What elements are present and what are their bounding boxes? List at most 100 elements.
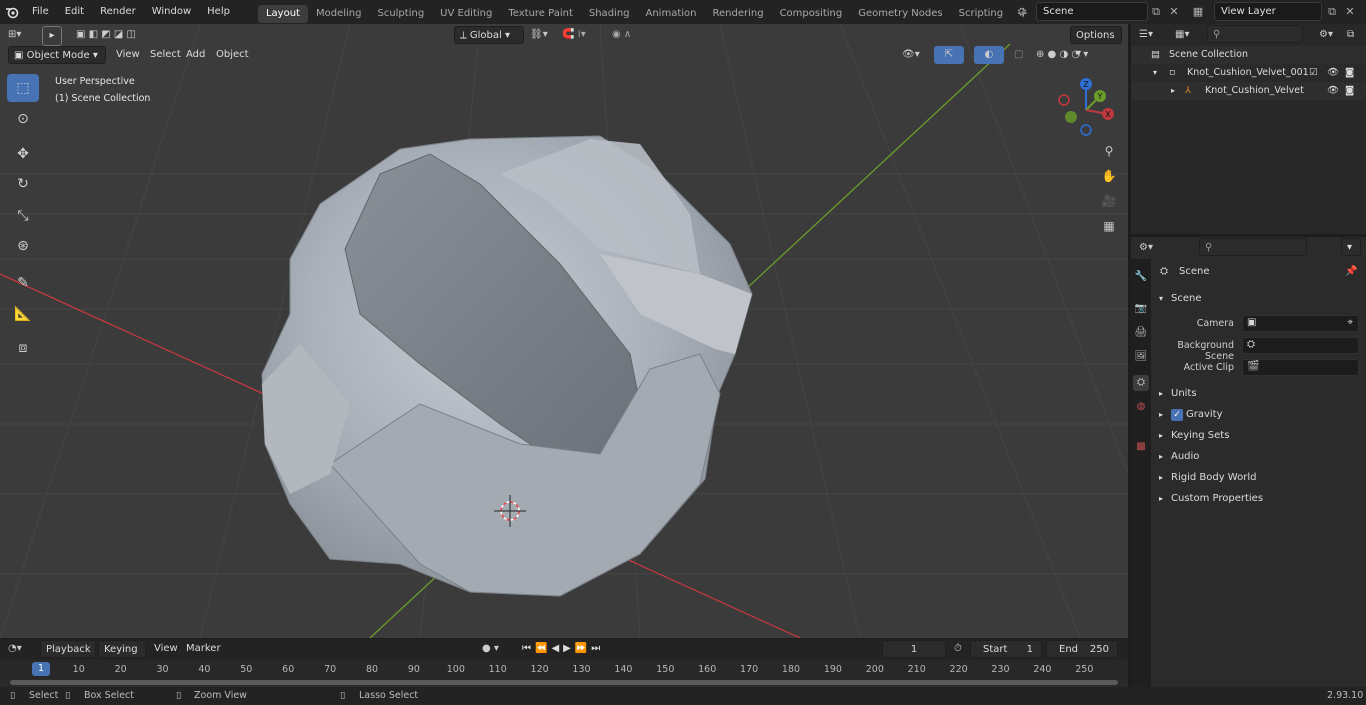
snap-icon[interactable]: 🧲 ⁞▾ xyxy=(562,26,606,44)
pin-icon[interactable]: 📌 xyxy=(1345,262,1357,282)
collapse-arrow-icon[interactable]: ▸ xyxy=(1171,82,1175,100)
delete-view-layer-icon[interactable]: ✕ xyxy=(1342,3,1358,20)
navigation-gizmo[interactable]: Z Y X xyxy=(1050,74,1120,144)
measure-tool-icon[interactable]: 📐 xyxy=(7,300,39,328)
3d-viewport[interactable]: ⊞▾ ▸ ▣ ◧ ◩ ◪ ◫ ⟂ Global ▾ ⛓▾ 🧲 ⁞▾ ◉ ∧ Op… xyxy=(0,24,1128,638)
properties-editor-type-icon[interactable]: ⚙▾ xyxy=(1139,239,1153,257)
render-tab-icon[interactable]: 📷 xyxy=(1133,301,1149,317)
delete-scene-icon[interactable]: ✕ xyxy=(1166,3,1182,20)
eye-icon[interactable]: 👁 xyxy=(1327,82,1339,100)
scene-field[interactable]: Scene xyxy=(1036,2,1148,21)
output-tab-icon[interactable]: 🖨 xyxy=(1133,325,1149,341)
panel-units[interactable]: ▸ Units xyxy=(1153,384,1366,404)
camera-render-icon[interactable]: ◙ xyxy=(1345,82,1354,100)
texture-tab-icon[interactable]: ▩ xyxy=(1133,439,1149,455)
visibility-icon[interactable]: 👁▾ xyxy=(902,46,928,64)
menu-edit[interactable]: Edit xyxy=(57,0,92,24)
pivot-point-icon[interactable]: ⛓▾ xyxy=(530,26,560,44)
menu-window[interactable]: Window xyxy=(144,0,199,24)
camera-field[interactable]: ▣ ⌖ xyxy=(1242,315,1359,332)
view-layer-selector-icon[interactable]: ▦ xyxy=(1190,3,1206,20)
move-tool-icon[interactable]: ✥ xyxy=(7,140,39,168)
outliner-editor-type-icon[interactable]: ☰▾ xyxy=(1139,26,1153,44)
tab-compositing[interactable]: Compositing xyxy=(772,5,851,23)
outliner-row-collection[interactable]: ▾ ▫ Knot_Cushion_Velvet_001 ☑ 👁 ◙ xyxy=(1131,64,1366,82)
tab-rendering[interactable]: Rendering xyxy=(704,5,771,23)
tab-shading[interactable]: Shading xyxy=(581,5,638,23)
view-layer-tab-icon[interactable]: 🖼 xyxy=(1133,349,1149,365)
timeline-ruler[interactable]: 1 10 20 30 40 50 60 70 80 90 100 110 120 130 140 150 160… xyxy=(0,660,1128,679)
panel-custom-properties[interactable]: ▸ Custom Properties xyxy=(1153,489,1366,509)
tab-modeling[interactable]: Modeling xyxy=(308,5,370,23)
camera-view-icon[interactable]: 🎥 xyxy=(1098,190,1120,212)
world-tab-icon[interactable]: ◍ xyxy=(1133,399,1149,415)
tool-tab-icon[interactable]: 🔧 xyxy=(1133,269,1149,285)
blender-logo-icon[interactable] xyxy=(0,0,24,24)
expand-arrow-icon[interactable]: ▾ xyxy=(1153,64,1157,82)
keying-menu[interactable]: Keying ▾ xyxy=(98,640,146,673)
rotate-tool-icon[interactable]: ↻ xyxy=(7,170,39,198)
timeline-scrollbar[interactable] xyxy=(10,680,1118,685)
gizmo-toggle-icon[interactable]: ⇱ xyxy=(934,46,964,64)
cursor-tool-icon[interactable]: ⊙ xyxy=(7,105,39,133)
outliner-search-input[interactable]: ⚲ xyxy=(1207,25,1303,43)
new-view-layer-icon[interactable]: ⧉ xyxy=(1324,3,1340,20)
proportional-edit-icon[interactable]: ◉ ∧ xyxy=(612,26,656,44)
panel-gravity[interactable]: ▸ ✓ Gravity xyxy=(1153,405,1366,425)
add-cube-tool-icon[interactable]: ⧈ xyxy=(7,334,39,362)
eye-icon[interactable]: 👁 xyxy=(1327,64,1339,82)
select-box-tool-icon[interactable]: ⬚ xyxy=(7,74,39,102)
object-mode-dropdown[interactable]: ▣ Object Mode ▾ xyxy=(8,46,106,64)
tab-sculpting[interactable]: Sculpting xyxy=(369,5,432,23)
panel-keying-sets[interactable]: ▸ Keying Sets xyxy=(1153,426,1366,446)
active-clip-field[interactable]: 🎬 xyxy=(1242,359,1359,376)
menu-file[interactable]: File xyxy=(24,0,57,24)
knot-cushion-object[interactable] xyxy=(261,135,753,597)
tab-animation[interactable]: Animation xyxy=(638,5,705,23)
select-tool-icon[interactable]: ▸ xyxy=(42,26,62,46)
properties-options-icon[interactable]: ▾ xyxy=(1341,238,1361,256)
tab-geometry-nodes[interactable]: Geometry Nodes xyxy=(850,5,950,23)
eyedropper-icon[interactable]: ⌖ xyxy=(1347,317,1353,328)
overlay-toggle-icon[interactable]: ◐ xyxy=(974,46,1004,64)
new-collection-icon[interactable]: ⧉ xyxy=(1347,26,1354,44)
xray-toggle-icon[interactable]: ▢ xyxy=(1014,46,1028,64)
new-scene-icon[interactable]: ⧉ xyxy=(1148,3,1164,20)
scale-tool-icon[interactable]: ⤡ xyxy=(7,202,39,230)
gravity-checkbox[interactable]: ✓ xyxy=(1171,409,1183,421)
display-mode-icon[interactable]: ▦▾ xyxy=(1175,26,1189,44)
camera-render-icon[interactable]: ◙ xyxy=(1345,64,1354,82)
current-frame-field[interactable]: 1 xyxy=(882,640,946,658)
transform-orientation-dropdown[interactable]: ⟂ Global ▾ xyxy=(454,26,524,44)
options-dropdown[interactable]: Options ▾ xyxy=(1070,26,1122,59)
tab-layout[interactable]: Layout xyxy=(257,4,308,23)
preview-range-icon[interactable]: ⏱ xyxy=(954,640,962,658)
background-scene-field[interactable]: ⛭ xyxy=(1242,337,1359,354)
view-layer-field[interactable]: View Layer xyxy=(1214,2,1322,21)
timeline-editor-type-icon[interactable]: ◔▾ xyxy=(8,640,22,658)
annotate-tool-icon[interactable]: ✎ xyxy=(7,269,39,297)
panel-audio[interactable]: ▸ Audio xyxy=(1153,447,1366,467)
outliner-row-scene-collection[interactable]: ▤ Scene Collection xyxy=(1131,46,1366,64)
menu-object[interactable]: Object xyxy=(216,46,249,64)
properties-search-input[interactable]: ⚲ xyxy=(1199,238,1307,256)
editor-type-icon[interactable]: ⊞▾ xyxy=(8,26,34,44)
shading-mode-buttons[interactable]: ⊕ ● ◑ ◔ ▾ xyxy=(1036,46,1120,64)
scene-selector-icon[interactable]: ⛭ xyxy=(1014,3,1030,20)
menu-help[interactable]: Help xyxy=(199,0,238,24)
menu-select[interactable]: Select xyxy=(150,46,181,64)
end-frame-field[interactable]: End 250 xyxy=(1046,640,1118,658)
selection-mode-buttons[interactable]: ▣ ◧ ◩ ◪ ◫ xyxy=(76,26,162,44)
zoom-icon[interactable]: ⚲ xyxy=(1098,140,1120,162)
scene-tab-icon[interactable]: ⛭ xyxy=(1133,375,1149,391)
outliner-row-object[interactable]: ▸ ⅄ Knot_Cushion_Velvet 👁 ◙ xyxy=(1131,82,1366,100)
tab-texture-paint[interactable]: Texture Paint xyxy=(500,5,581,23)
scene-panel-header[interactable]: ▾ Scene xyxy=(1153,289,1366,309)
ortho-toggle-icon[interactable]: ▦ xyxy=(1098,215,1120,237)
menu-render[interactable]: Render xyxy=(92,0,144,24)
menu-add[interactable]: Add xyxy=(186,46,205,64)
start-frame-field[interactable]: Start 1 xyxy=(970,640,1042,658)
filter-icon[interactable]: ⚙▾ xyxy=(1319,26,1333,44)
menu-timeline-view[interactable]: View xyxy=(154,640,178,658)
playback-controls[interactable]: ⏮⏪◀▶⏩⏭ xyxy=(522,640,630,658)
